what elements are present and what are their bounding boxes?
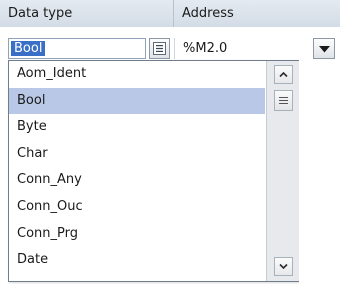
table-header: Data type Address (0, 0, 340, 28)
dropdown-items: Aom_Ident Bool Byte Char Conn_Any Conn_O… (9, 61, 265, 274)
list-item[interactable]: Byte (9, 114, 265, 141)
data-type-picker-button[interactable] (149, 38, 170, 59)
list-item[interactable]: Conn_Prg (9, 221, 265, 248)
chevron-down-icon (279, 263, 288, 270)
caret-down-icon (319, 46, 330, 53)
grid-background (299, 60, 340, 284)
list-item[interactable]: Date (9, 247, 265, 274)
column-header-address[interactable]: Address (174, 0, 340, 27)
column-header-data-type[interactable]: Data type (0, 0, 174, 27)
data-type-dropdown-list[interactable]: Aom_Ident Bool Byte Char Conn_Any Conn_O… (8, 60, 299, 282)
chevron-up-icon (279, 71, 288, 78)
address-cell[interactable]: %M2.0 (174, 38, 340, 59)
list-item[interactable]: Aom_Ident (9, 61, 265, 88)
list-picker-icon (153, 42, 166, 55)
data-type-value: Bool (11, 41, 46, 56)
edit-row: Bool %M2.0 (0, 27, 340, 61)
list-item[interactable]: Conn_Ouc (9, 194, 265, 221)
scroll-down-button[interactable] (274, 257, 293, 276)
list-item[interactable]: Conn_Any (9, 167, 265, 194)
vertical-scrollbar[interactable] (266, 61, 299, 281)
address-value: %M2.0 (183, 41, 228, 56)
data-type-input[interactable]: Bool (8, 38, 146, 59)
grip-icon (279, 97, 288, 104)
list-item[interactable]: Char (9, 141, 265, 168)
list-item-selected[interactable]: Bool (9, 87, 265, 115)
scroll-thumb[interactable] (274, 90, 293, 111)
scroll-up-button[interactable] (274, 65, 293, 84)
address-dropdown-button[interactable] (313, 38, 335, 59)
